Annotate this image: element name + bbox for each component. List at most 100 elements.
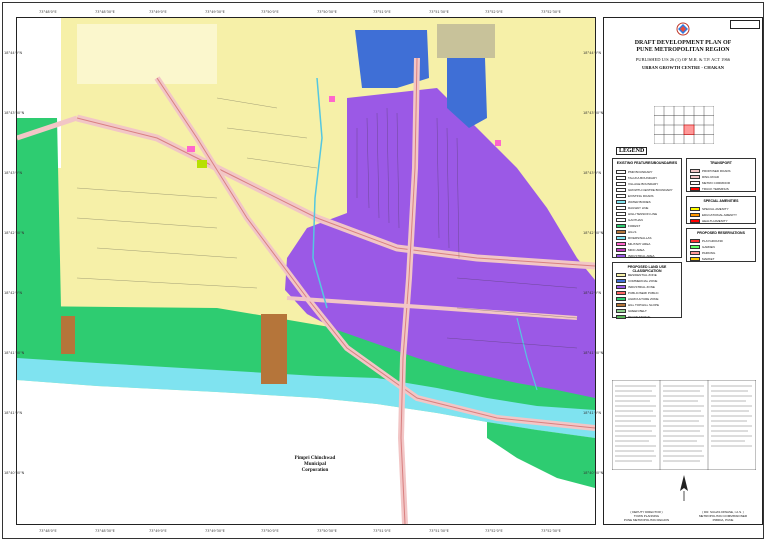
x-tick-bottom: 73°48'30"E — [95, 529, 115, 533]
legend-transport: TRANSPORT PROPOSED ROADS RING ROAD METRO… — [686, 158, 756, 192]
y-tick-right: 18°43'0"N — [583, 171, 602, 175]
x-tick-bottom: 73°51'30"E — [429, 529, 449, 533]
grey-area — [437, 24, 495, 58]
key-map[interactable] — [654, 106, 714, 144]
legend-item: COMMERCIAL ZONE — [616, 278, 657, 283]
y-tick: 18°44'0"N — [4, 51, 23, 55]
legend-heading: EXISTING FEATURES/BOUNDARIES — [616, 161, 678, 165]
title-line2: PUNE METROPOLITAN REGION — [636, 47, 730, 53]
centre-name: URBAN GROWTH CENTRE - CHAKAN — [641, 65, 724, 70]
y-tick: 18°43'30"N — [4, 111, 25, 115]
legend-item: GROWTH CENTRE BOUNDARY — [616, 187, 673, 192]
x-tick-bottom: 73°50'30"E — [317, 529, 337, 533]
legend-item: PLAYGROUND — [690, 238, 723, 243]
legend-item: GARDEN — [690, 244, 715, 249]
x-tick: 73°50'30"E — [317, 10, 337, 14]
sheet-number-box — [730, 20, 760, 29]
legend-item: VILLAGE BOUNDARY — [616, 181, 658, 186]
legend-item: WATER BODIES — [616, 199, 651, 204]
city-label-line3: Corporation — [301, 468, 329, 473]
title-legend-panel: DRAFT DEVELOPMENT PLAN OF PUNE METROPOLI… — [603, 17, 763, 525]
signatory-org: PMRDA, PUNE — [712, 518, 734, 522]
legend-heading: TRANSPORT — [710, 161, 732, 165]
x-tick-bottom: 73°52'30"E — [541, 529, 561, 533]
legend-item: TALUKA BOUNDARY — [616, 175, 657, 180]
x-tick-bottom: 73°48'0"E — [39, 529, 57, 533]
legend-item: HILL TOP/HILL SLOPE — [616, 302, 659, 307]
hill-zone — [261, 314, 287, 384]
x-tick-bottom: 73°49'0"E — [149, 529, 167, 533]
signature-left: ( DEPUTY DIRECTOR ) TOWN PLANNING PUNE M… — [614, 510, 679, 522]
x-tick: 73°48'30"E — [95, 10, 115, 14]
legend-item: MIDC AREA — [616, 247, 645, 252]
agriculture-zone-west — [17, 118, 61, 308]
public-reservation — [187, 146, 195, 152]
signatory-org: PUNE METROPOLITAN REGION — [623, 518, 670, 522]
legend-item: METRO CORRIDOR — [690, 180, 730, 185]
subtitle: PUBLISHED U/S 26 (1) OF M.R. & T.P. ACT … — [635, 57, 731, 62]
logo-icon — [676, 22, 690, 36]
y-tick: 18°40'30"N — [4, 471, 25, 475]
reservation-schedule — [612, 380, 756, 470]
y-tick-right: 18°42'0"N — [583, 291, 602, 295]
green-reservation — [197, 160, 207, 168]
x-tick: 73°49'0"E — [149, 10, 167, 14]
legend-item: PMR BOUNDARY — [616, 169, 652, 174]
signature-right: ( DR. SUHAS DIWASE, I.A.S. ) METROPOLITA… — [688, 510, 758, 522]
x-tick-bottom: 73°52'0"E — [485, 529, 503, 533]
y-tick-right: 18°43'30"N — [583, 111, 604, 115]
legend-item: HILLS — [616, 229, 636, 234]
plot-grid — [77, 24, 217, 84]
y-tick: 18°42'0"N — [4, 291, 23, 295]
legend-item: GREEN BELT — [616, 308, 647, 313]
x-tick: 73°52'0"E — [485, 10, 503, 14]
map-frame[interactable]: Pimpri Chinchwad Municipal Corporation — [16, 17, 596, 525]
legend-item: MARKET — [690, 256, 715, 261]
legend-item: FOREST — [616, 223, 640, 228]
legend-item: MILITARY AREA — [616, 241, 650, 246]
legend-item: HEALTH AMENITY — [690, 218, 728, 223]
y-tick-right: 18°42'30"N — [583, 231, 604, 235]
legend-item: HIGH TENSION LINE — [616, 211, 657, 216]
legend-item: RIVERS/NALLAS — [616, 235, 652, 240]
legend-item: EDUCATIONAL AMENITY — [690, 212, 737, 217]
legend-item: EXISTING ROADS — [616, 193, 654, 198]
y-tick-right: 18°44'0"N — [583, 51, 602, 55]
legend-item: PUBLIC/SEMI PUBLIC — [616, 290, 659, 295]
legend-item: INDUSTRIAL AREA — [616, 253, 655, 258]
legend-item: PARKING — [690, 250, 715, 255]
x-tick: 73°51'30"E — [429, 10, 449, 14]
legend-item: RING ROAD — [690, 174, 719, 179]
legend-item: RAILWAY LINE — [616, 205, 648, 210]
title-line1: DRAFT DEVELOPMENT PLAN OF — [634, 40, 732, 46]
map-sheet: Pimpri Chinchwad Municipal Corporation 7… — [2, 2, 764, 539]
legend-item: AGRICULTURE ZONE — [616, 296, 658, 301]
land-use-map[interactable] — [17, 18, 595, 524]
legend-landuse: PROPOSED LAND USE CLASSIFICATION RESIDEN… — [612, 262, 682, 319]
y-tick-right: 18°41'30"N — [583, 351, 604, 355]
y-tick: 18°41'0"N — [4, 411, 23, 415]
legend-existing: EXISTING FEATURES/BOUNDARIES PMR BOUNDAR… — [612, 158, 682, 258]
city-label: Pimpri Chinchwad Municipal Corporation — [255, 456, 375, 474]
x-tick: 73°49'30"E — [205, 10, 225, 14]
legend-title: LEGEND — [616, 147, 648, 155]
key-map-active-cell — [683, 124, 695, 135]
legend-item: GAOTHAN — [616, 217, 643, 222]
legend-item: TRUCK TERMINUS — [690, 186, 729, 191]
y-tick: 18°42'30"N — [4, 231, 25, 235]
legend-heading: PROPOSED RESERVATIONS — [697, 231, 745, 235]
x-tick-bottom: 73°51'0"E — [373, 529, 391, 533]
legend-item: RESIDENTIAL ZONE — [616, 272, 657, 277]
legend-item: PROPOSED ROADS — [690, 168, 731, 173]
x-tick: 73°51'0"E — [373, 10, 391, 14]
hill-zone-west — [61, 316, 75, 354]
legend-item: RECREATIONAL — [616, 314, 651, 319]
y-tick: 18°41'30"N — [4, 351, 25, 355]
y-tick-right: 18°41'0"N — [583, 411, 602, 415]
y-tick: 18°43'0"N — [4, 171, 23, 175]
legend-heading: SPECIAL AMENITIES — [703, 199, 739, 203]
y-tick-right: 18°40'30"N — [583, 471, 604, 475]
x-tick-bottom: 73°49'30"E — [205, 529, 225, 533]
x-tick: 73°50'0"E — [261, 10, 279, 14]
north-arrow-icon — [680, 475, 688, 501]
